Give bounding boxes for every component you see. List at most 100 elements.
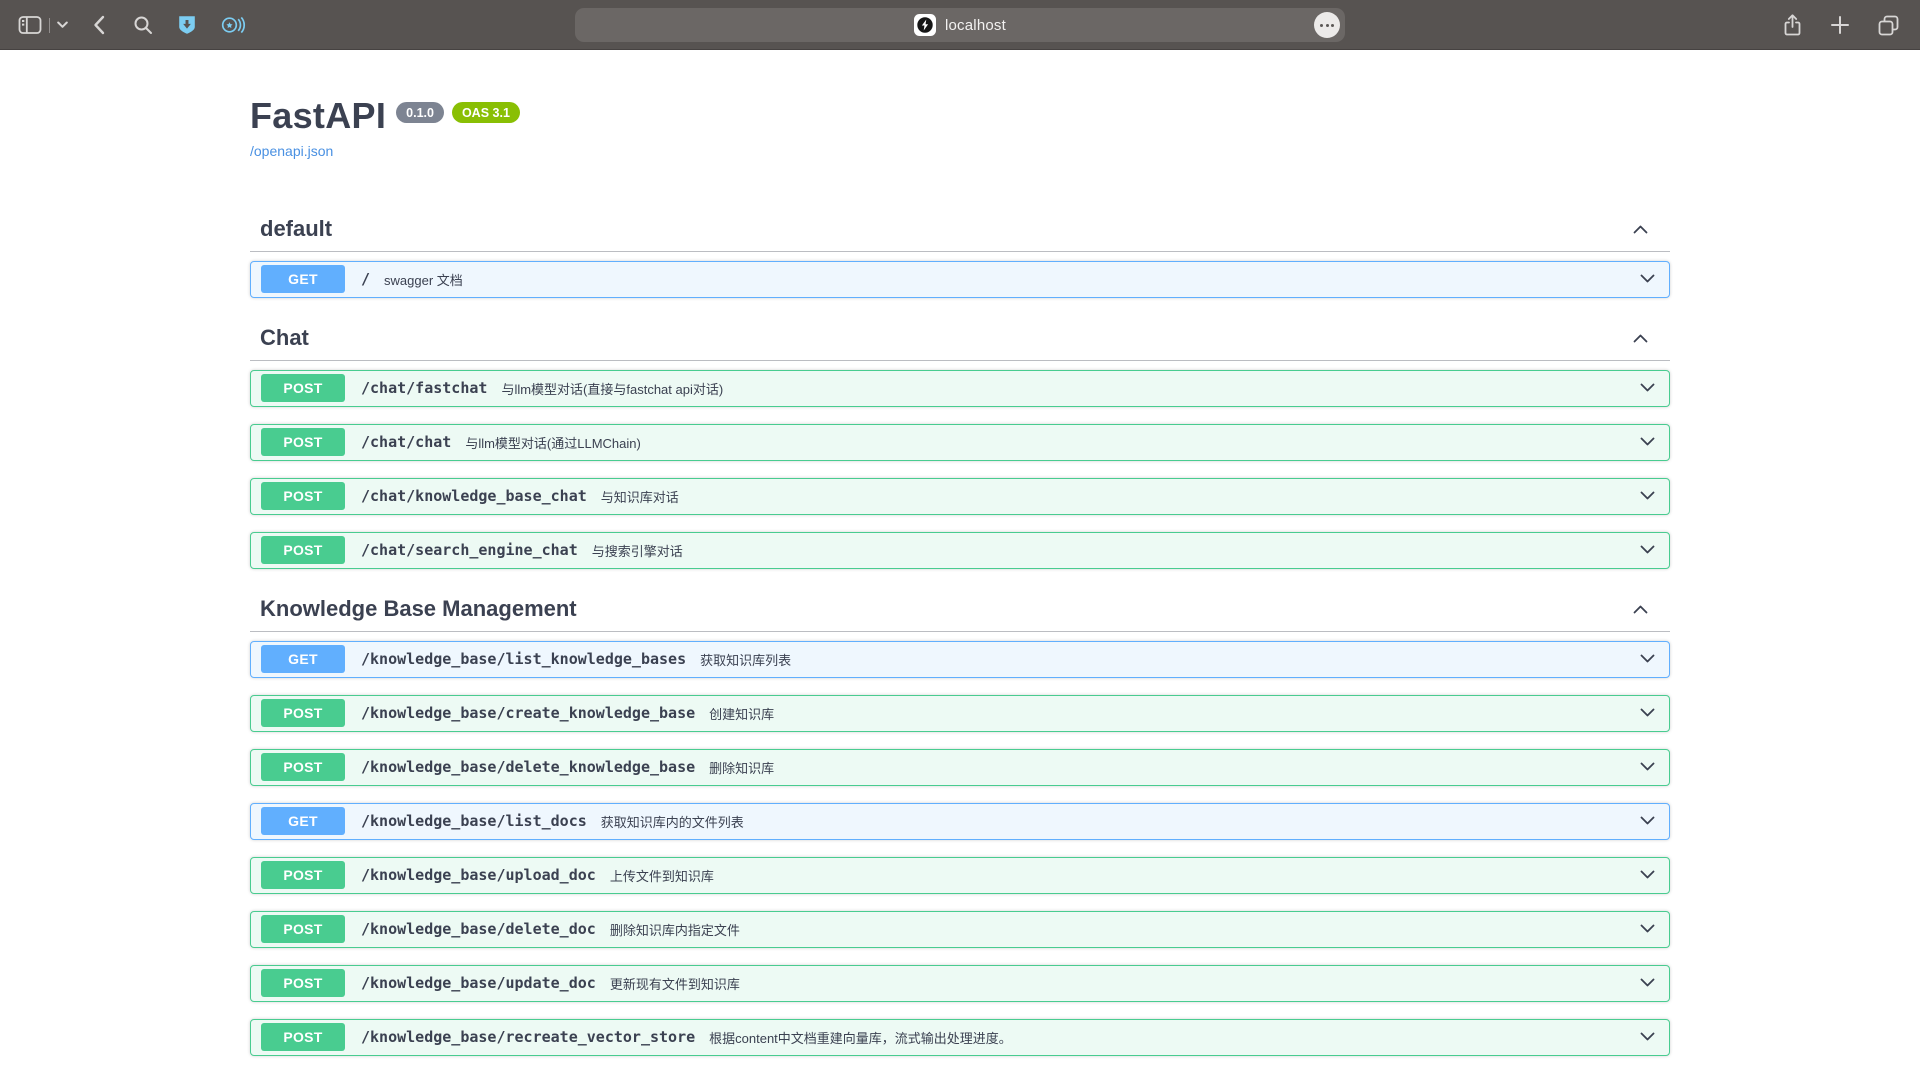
method-badge: POST xyxy=(261,1023,345,1051)
section-title: Chat xyxy=(260,325,309,351)
operation-path: /knowledge_base/create_knowledge_base xyxy=(361,704,695,722)
toolbar-left-group xyxy=(18,0,246,50)
operation-row[interactable]: POST /chat/knowledge_base_chat 与知识库对话 xyxy=(250,478,1670,515)
chevron-down-icon[interactable] xyxy=(1638,922,1659,936)
section-title: default xyxy=(260,216,332,242)
api-tag-section: Chat POST /chat/fastchat 与llm模型对话(直接与fas… xyxy=(250,316,1670,569)
operation-path: /knowledge_base/recreate_vector_store xyxy=(361,1028,695,1046)
method-badge: POST xyxy=(261,428,345,456)
chevron-up-icon[interactable] xyxy=(1631,222,1650,236)
chevron-down-icon[interactable] xyxy=(1638,381,1659,395)
operation-row[interactable]: GET /knowledge_base/list_knowledge_bases… xyxy=(250,641,1670,678)
operation-row[interactable]: POST /knowledge_base/update_doc 更新现有文件到知… xyxy=(250,965,1670,1002)
swagger-ui-page: FastAPI 0.1.0 OAS 3.1 /openapi.json defa… xyxy=(0,50,1920,1080)
operation-row[interactable]: POST /chat/chat 与llm模型对话(通过LLMChain) xyxy=(250,424,1670,461)
more-options-icon[interactable] xyxy=(1314,12,1340,38)
chevron-down-icon[interactable] xyxy=(1638,706,1659,720)
operation-description: swagger 文档 xyxy=(384,270,463,289)
method-badge: POST xyxy=(261,482,345,510)
operations-list: POST /chat/fastchat 与llm模型对话(直接与fastchat… xyxy=(250,361,1670,569)
api-sections: default GET / swagger 文档 Chat xyxy=(250,207,1670,1056)
operation-row[interactable]: POST /chat/search_engine_chat 与搜索引擎对话 xyxy=(250,532,1670,569)
operation-description: 与llm模型对话(通过LLMChain) xyxy=(465,433,641,452)
operation-description: 上传文件到知识库 xyxy=(610,866,714,885)
address-bar[interactable]: localhost xyxy=(575,8,1345,42)
chevron-down-icon[interactable] xyxy=(1638,1030,1659,1044)
api-tag-section: Knowledge Base Management GET /knowledge… xyxy=(250,587,1670,1056)
operation-row[interactable]: GET /knowledge_base/list_docs 获取知识库内的文件列… xyxy=(250,803,1670,840)
method-badge: POST xyxy=(261,536,345,564)
operation-description: 获取知识库内的文件列表 xyxy=(601,812,744,831)
operation-description: 更新现有文件到知识库 xyxy=(610,974,740,993)
sidebar-icon[interactable] xyxy=(18,15,42,35)
operation-path: /knowledge_base/delete_doc xyxy=(361,920,596,938)
title-row: FastAPI 0.1.0 OAS 3.1 xyxy=(250,96,1670,136)
chevron-down-icon[interactable] xyxy=(1638,435,1659,449)
operations-list: GET / swagger 文档 xyxy=(250,252,1670,298)
operation-path: /chat/search_engine_chat xyxy=(361,541,578,559)
api-tag-section: default GET / swagger 文档 xyxy=(250,207,1670,298)
toolbar-right-group xyxy=(1782,0,1900,50)
chevron-down-icon[interactable] xyxy=(57,21,68,29)
operation-description: 与llm模型对话(直接与fastchat api对话) xyxy=(501,379,723,398)
back-icon[interactable] xyxy=(90,14,110,36)
address-text: localhost xyxy=(945,17,1006,34)
share-icon[interactable] xyxy=(1782,13,1803,37)
operation-path: /knowledge_base/list_knowledge_bases xyxy=(361,650,686,668)
operation-row[interactable]: POST /knowledge_base/recreate_vector_sto… xyxy=(250,1019,1670,1056)
operation-row[interactable]: GET / swagger 文档 xyxy=(250,261,1670,298)
site-favicon xyxy=(914,14,936,36)
chevron-down-icon[interactable] xyxy=(1638,760,1659,774)
content-wrapper: FastAPI 0.1.0 OAS 3.1 /openapi.json defa… xyxy=(250,50,1670,1056)
tab-overview-icon[interactable] xyxy=(1877,14,1900,37)
operation-description: 与知识库对话 xyxy=(601,487,679,506)
toolbar-divider xyxy=(49,18,50,33)
operation-row[interactable]: POST /knowledge_base/create_knowledge_ba… xyxy=(250,695,1670,732)
version-badge: 0.1.0 xyxy=(396,102,444,123)
ripple-extension-icon[interactable] xyxy=(220,14,246,36)
operation-description: 删除知识库内指定文件 xyxy=(610,920,740,939)
method-badge: POST xyxy=(261,753,345,781)
new-tab-icon[interactable] xyxy=(1830,15,1850,35)
operation-path: /knowledge_base/list_docs xyxy=(361,812,587,830)
method-badge: POST xyxy=(261,699,345,727)
method-badge: GET xyxy=(261,645,345,673)
operation-row[interactable]: POST /knowledge_base/delete_doc 删除知识库内指定… xyxy=(250,911,1670,948)
chevron-up-icon[interactable] xyxy=(1631,331,1650,345)
operations-list: GET /knowledge_base/list_knowledge_bases… xyxy=(250,632,1670,1056)
operation-path: /chat/chat xyxy=(361,433,451,451)
chevron-down-icon[interactable] xyxy=(1638,272,1659,286)
operation-row[interactable]: POST /chat/fastchat 与llm模型对话(直接与fastchat… xyxy=(250,370,1670,407)
chevron-down-icon[interactable] xyxy=(1638,543,1659,557)
chevron-down-icon[interactable] xyxy=(1638,652,1659,666)
method-badge: POST xyxy=(261,861,345,889)
section-header[interactable]: Chat xyxy=(250,316,1670,361)
method-badge: GET xyxy=(261,265,345,293)
operation-description: 根据content中文档重建向量库，流式输出处理进度。 xyxy=(709,1028,1012,1047)
operation-path: /chat/knowledge_base_chat xyxy=(361,487,587,505)
operation-path: / xyxy=(361,270,370,288)
operation-row[interactable]: POST /knowledge_base/upload_doc 上传文件到知识库 xyxy=(250,857,1670,894)
operation-path: /knowledge_base/upload_doc xyxy=(361,866,596,884)
method-badge: POST xyxy=(261,374,345,402)
browser-toolbar: localhost xyxy=(0,0,1920,50)
section-header[interactable]: Knowledge Base Management xyxy=(250,587,1670,632)
operation-description: 创建知识库 xyxy=(709,704,774,723)
section-title: Knowledge Base Management xyxy=(260,596,577,622)
search-icon[interactable] xyxy=(132,14,154,36)
chevron-down-icon[interactable] xyxy=(1638,489,1659,503)
page-title: FastAPI xyxy=(250,96,386,136)
api-info: FastAPI 0.1.0 OAS 3.1 /openapi.json xyxy=(250,50,1670,161)
operation-row[interactable]: POST /knowledge_base/delete_knowledge_ba… xyxy=(250,749,1670,786)
chevron-down-icon[interactable] xyxy=(1638,976,1659,990)
section-header[interactable]: default xyxy=(250,207,1670,252)
shield-extension-icon[interactable] xyxy=(176,14,198,36)
operation-description: 与搜索引擎对话 xyxy=(592,541,683,560)
method-badge: GET xyxy=(261,807,345,835)
operation-path: /chat/fastchat xyxy=(361,379,487,397)
openapi-spec-link[interactable]: /openapi.json xyxy=(250,143,333,159)
chevron-up-icon[interactable] xyxy=(1631,602,1650,616)
operation-description: 删除知识库 xyxy=(709,758,774,777)
chevron-down-icon[interactable] xyxy=(1638,814,1659,828)
chevron-down-icon[interactable] xyxy=(1638,868,1659,882)
